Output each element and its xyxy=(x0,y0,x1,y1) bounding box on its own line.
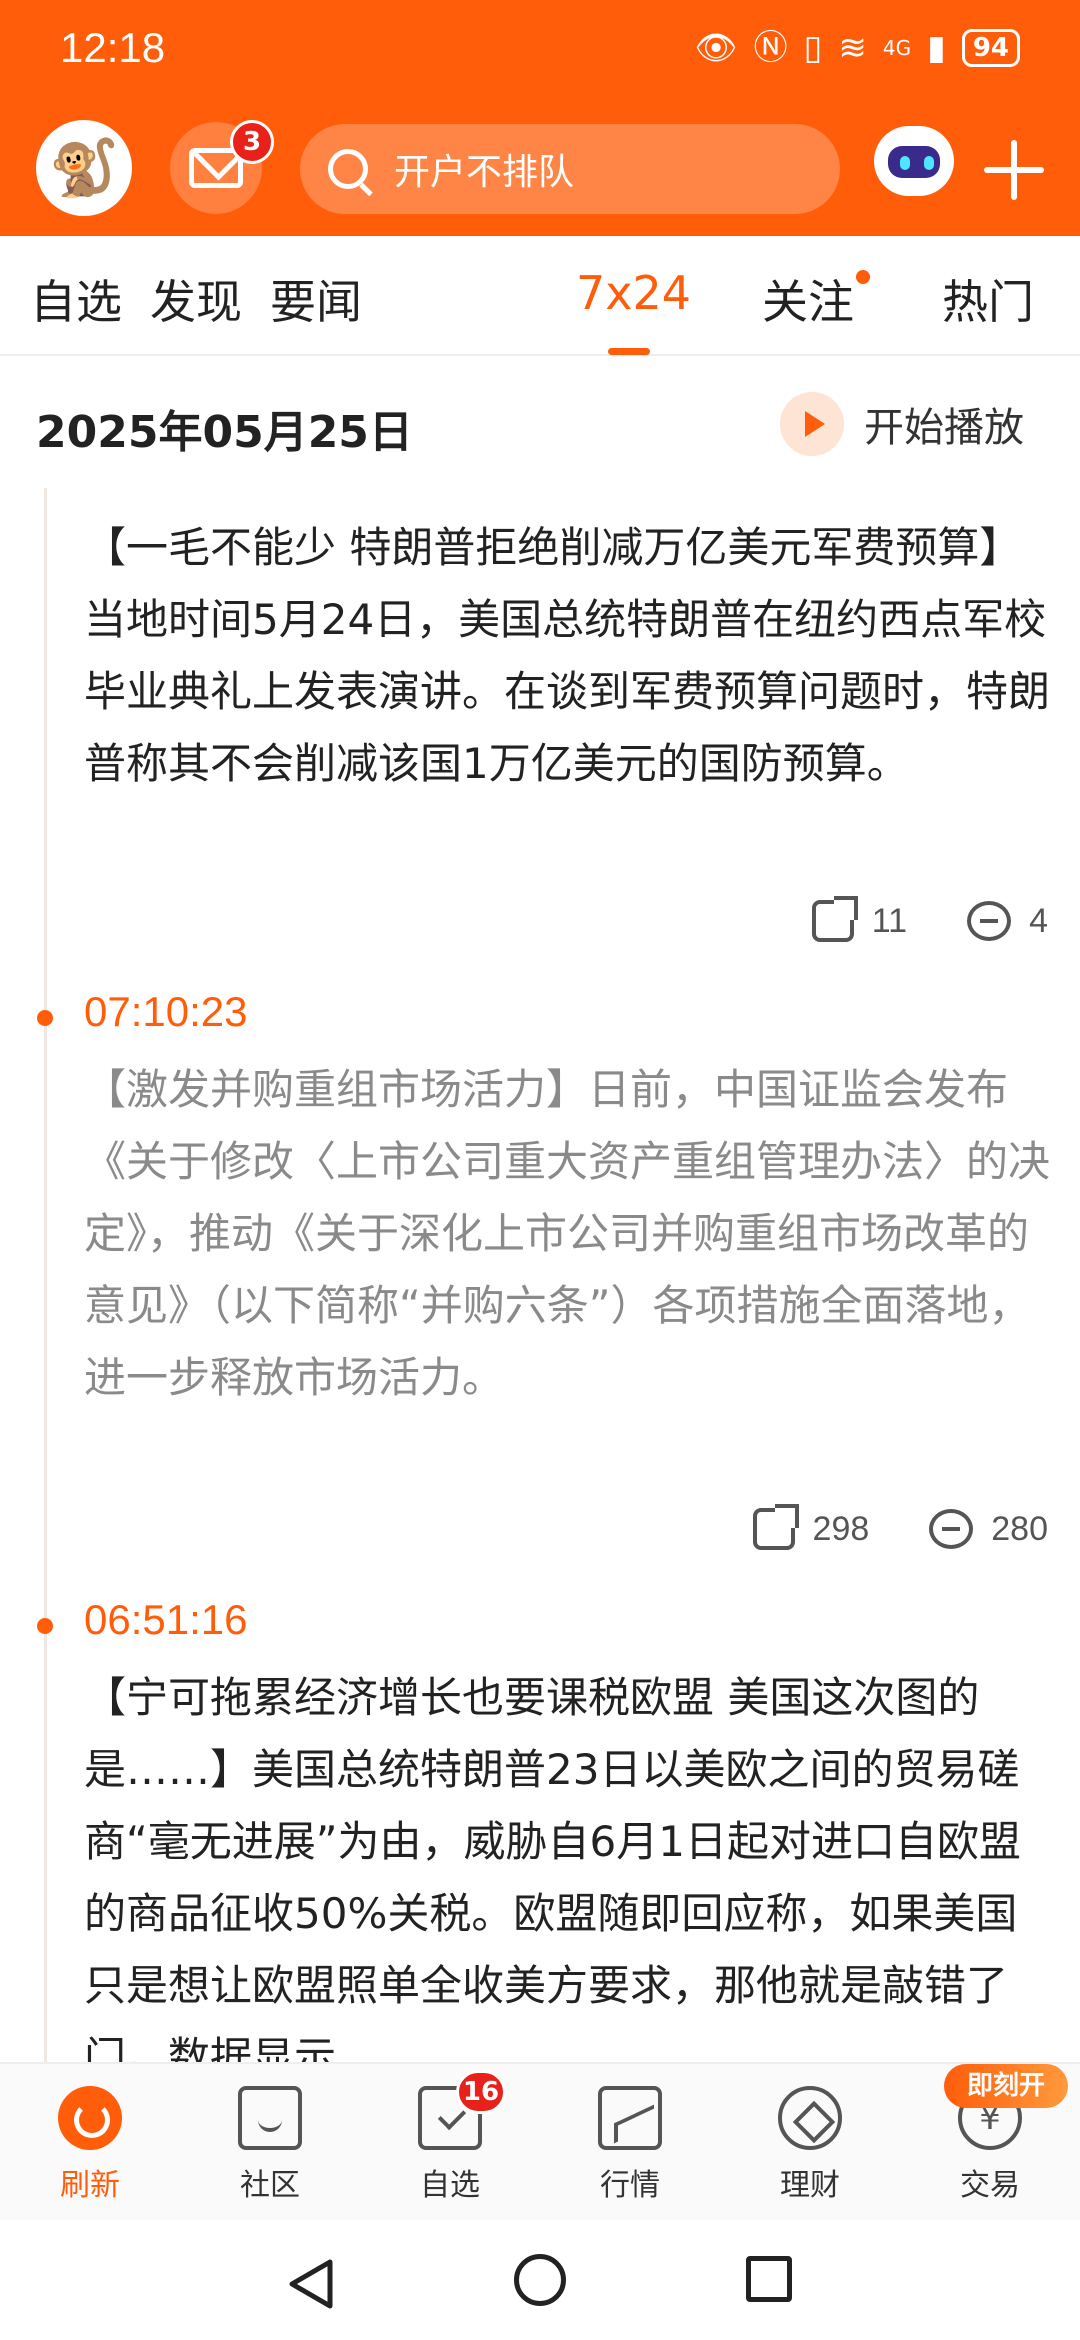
comment-icon xyxy=(967,901,1012,941)
vibrate-icon: ▯ xyxy=(803,28,823,68)
tab-hot[interactable]: 热门 xyxy=(942,266,1034,332)
refresh-icon xyxy=(58,2086,122,2150)
share-icon xyxy=(811,896,858,942)
tab-discover[interactable]: 发现 xyxy=(150,266,242,332)
comment-count: 4 xyxy=(1029,901,1048,940)
nav-label: 理财 xyxy=(780,2168,840,2203)
comment-button[interactable]: 4 xyxy=(967,901,1048,941)
nav-wealth[interactable]: 理财 xyxy=(740,2086,880,2204)
status-time: 12:18 xyxy=(60,24,166,71)
nav-label: 交易 xyxy=(960,2168,1020,2203)
news-content: 【宁可拖累经济增长也要课税欧盟 美国这次图的是……】美国总统特朗普23日以美欧之… xyxy=(84,1673,1021,2062)
nav-refresh[interactable]: 刷新 xyxy=(20,2086,160,2204)
nav-label: 行情 xyxy=(600,2168,660,2203)
tab-headlines[interactable]: 要闻 xyxy=(270,266,362,332)
timeline-line xyxy=(44,488,47,2062)
status-icons: 👁 Ⓝ ▯ ≋ 4G ▮ 94 xyxy=(694,28,1020,68)
network-label: 4G xyxy=(882,36,912,60)
date-bar: 2025年05月25日 开始播放 xyxy=(0,358,1080,488)
nav-label: 刷新 xyxy=(60,2168,120,2203)
nfc-icon: Ⓝ xyxy=(753,28,788,68)
tab-following-label: 关注 xyxy=(762,275,854,329)
wifi-icon: ≋ xyxy=(838,28,867,68)
share-count: 298 xyxy=(812,1509,870,1548)
status-bar: 12:18 👁 Ⓝ ▯ ≋ 4G ▮ 94 xyxy=(0,0,1080,100)
nav-market[interactable]: 行情 xyxy=(560,2086,700,2204)
tab-watchlist[interactable]: 自选 xyxy=(30,266,122,332)
tab-7x24[interactable]: 7x24 xyxy=(576,266,691,320)
market-icon xyxy=(598,2086,662,2150)
share-icon xyxy=(752,1504,799,1550)
news-content: 【激发并购重组市场活力】日前，中国证监会发布《关于修改〈上市公司重大资产重组管理… xyxy=(84,1065,1051,1402)
search-placeholder: 开户不排队 xyxy=(394,152,575,193)
news-time: 06:51:16 xyxy=(84,1596,248,1643)
nav-label: 自选 xyxy=(420,2168,480,2203)
avatar[interactable]: 🐒 xyxy=(36,120,132,216)
wealth-icon xyxy=(778,2086,842,2150)
signal-icon: ▮ xyxy=(927,28,946,68)
mail-badge: 3 xyxy=(230,120,274,164)
start-playback-button[interactable]: 开始播放 xyxy=(780,392,1024,456)
comment-count: 280 xyxy=(991,1509,1048,1548)
timeline-dot xyxy=(37,1618,53,1634)
nav-community[interactable]: 社区 xyxy=(200,2086,340,2204)
battery-icon: 94 xyxy=(961,29,1020,67)
search-bar[interactable]: 开户不排队 xyxy=(300,124,840,214)
news-actions: 298 280 xyxy=(693,1504,1048,1550)
share-count: 11 xyxy=(871,901,908,940)
comment-icon xyxy=(929,1509,974,1549)
timeline-dot xyxy=(37,1010,53,1026)
eye-icon: 👁 xyxy=(694,28,738,68)
news-feed[interactable]: 【一毛不能少 特朗普拒绝削减万亿美元军费预算】当地时间5月24日，美国总统特朗普… xyxy=(0,488,1080,2062)
community-icon xyxy=(238,2086,302,2150)
promo-badge: 即刻开 xyxy=(944,2064,1068,2108)
watchlist-badge: 16 xyxy=(456,2070,506,2114)
play-label: 开始播放 xyxy=(864,405,1024,451)
bottom-nav: 刷新 社区 自选 行情 理财 ¥ 交易 xyxy=(0,2062,1080,2220)
home-icon[interactable] xyxy=(514,2254,566,2306)
search-icon xyxy=(328,149,368,189)
news-actions: 11 4 xyxy=(752,896,1048,942)
comment-button[interactable]: 280 xyxy=(929,1509,1048,1549)
play-icon xyxy=(780,392,844,456)
share-button[interactable]: 11 xyxy=(811,896,908,942)
mascot-icon: 🐒 xyxy=(49,136,119,201)
nav-label: 社区 xyxy=(240,2168,300,2203)
add-icon[interactable] xyxy=(984,140,1044,200)
active-tab-indicator xyxy=(608,348,650,355)
top-header: 12:18 👁 Ⓝ ▯ ≋ 4G ▮ 94 🐒 3 开户不排队 xyxy=(0,0,1080,236)
feed-date: 2025年05月25日 xyxy=(36,407,413,458)
news-content: 【一毛不能少 特朗普拒绝削减万亿美元军费预算】当地时间5月24日，美国总统特朗普… xyxy=(84,523,1051,788)
tab-bar: 自选 发现 要闻 7x24 关注 热门 xyxy=(0,236,1080,356)
back-icon[interactable] xyxy=(282,2256,338,2312)
tab-following[interactable]: 关注 xyxy=(762,266,870,332)
notification-dot xyxy=(856,270,870,284)
robot-assistant-icon[interactable] xyxy=(866,118,962,218)
news-time: 07:10:23 xyxy=(84,988,248,1035)
system-nav-bar xyxy=(0,2220,1080,2340)
share-button[interactable]: 298 xyxy=(752,1504,870,1550)
recent-apps-icon[interactable] xyxy=(746,2256,792,2302)
